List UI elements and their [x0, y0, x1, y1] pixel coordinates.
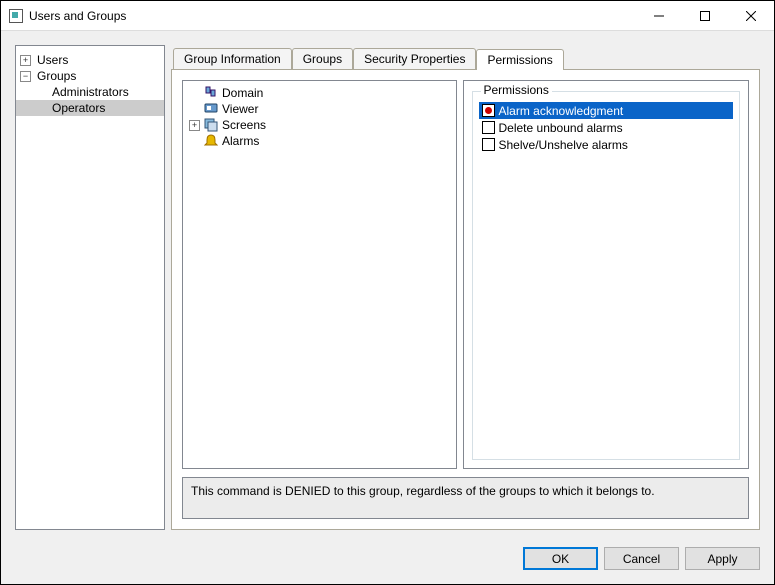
tab-page-permissions: Domain Viewer +	[171, 69, 760, 530]
tree-node-groups[interactable]: − Groups	[16, 68, 164, 84]
tab-strip: Group Information Groups Security Proper…	[171, 45, 760, 69]
alarms-icon	[204, 134, 218, 148]
minimize-button[interactable]	[636, 1, 682, 31]
tree-node-label: Domain	[222, 86, 263, 100]
tree-node-label: Administrators	[50, 85, 131, 99]
permission-alarm-acknowledgment[interactable]: Alarm acknowledgment	[479, 102, 734, 119]
tree-node-domain[interactable]: Domain	[185, 85, 454, 101]
screens-icon	[204, 118, 218, 132]
window-title: Users and Groups	[29, 9, 126, 23]
status-text: This command is DENIED to this group, re…	[191, 484, 655, 498]
viewer-icon	[204, 102, 218, 116]
domain-icon	[204, 86, 218, 100]
permission-label: Alarm acknowledgment	[499, 104, 624, 118]
tree-node-administrators[interactable]: Administrators	[16, 84, 164, 100]
ok-button[interactable]: OK	[523, 547, 598, 570]
cancel-button[interactable]: Cancel	[604, 547, 679, 570]
permission-state-icon[interactable]	[482, 121, 495, 134]
tree-node-label: Operators	[50, 101, 107, 115]
maximize-button[interactable]	[682, 1, 728, 31]
tree-node-operators[interactable]: Operators	[16, 100, 164, 116]
tab-security-properties[interactable]: Security Properties	[353, 48, 476, 69]
tab-permissions[interactable]: Permissions	[476, 49, 563, 70]
status-description: This command is DENIED to this group, re…	[182, 477, 749, 519]
permission-label: Delete unbound alarms	[499, 121, 623, 135]
tree-node-label: Alarms	[222, 134, 259, 148]
object-tree-panel: Domain Viewer +	[182, 80, 457, 469]
expand-collapse-icon[interactable]: +	[189, 120, 200, 131]
permission-state-icon[interactable]	[482, 104, 495, 117]
tree-node-label: Groups	[35, 69, 78, 83]
apply-button[interactable]: Apply	[685, 547, 760, 570]
tree-node-users[interactable]: + Users	[16, 52, 164, 68]
app-icon	[9, 9, 23, 23]
tree-node-viewer[interactable]: Viewer	[185, 101, 454, 117]
tab-groups[interactable]: Groups	[292, 48, 353, 69]
permission-label: Shelve/Unshelve alarms	[499, 138, 628, 152]
tree-node-label: Users	[35, 53, 70, 67]
users-groups-tree-panel: + Users − Groups Administrators Operator…	[15, 45, 165, 530]
tree-node-label: Screens	[222, 118, 266, 132]
dialog-button-row: OK Cancel Apply	[523, 547, 760, 570]
permission-shelve-unshelve-alarms[interactable]: Shelve/Unshelve alarms	[479, 136, 734, 153]
tree-node-label: Viewer	[222, 102, 258, 116]
expand-collapse-icon[interactable]: +	[20, 55, 31, 66]
expand-collapse-icon[interactable]: −	[20, 71, 31, 82]
title-bar: Users and Groups	[1, 1, 774, 31]
tab-group-information[interactable]: Group Information	[173, 48, 292, 69]
tree-node-screens[interactable]: + Screens	[185, 117, 454, 133]
permissions-panel: Permissions Alarm acknowledgment Delete …	[463, 80, 750, 469]
permission-state-icon[interactable]	[482, 138, 495, 151]
permission-delete-unbound-alarms[interactable]: Delete unbound alarms	[479, 119, 734, 136]
tree-node-alarms[interactable]: Alarms	[185, 133, 454, 149]
close-button[interactable]	[728, 1, 774, 31]
permissions-legend: Permissions	[481, 83, 552, 97]
